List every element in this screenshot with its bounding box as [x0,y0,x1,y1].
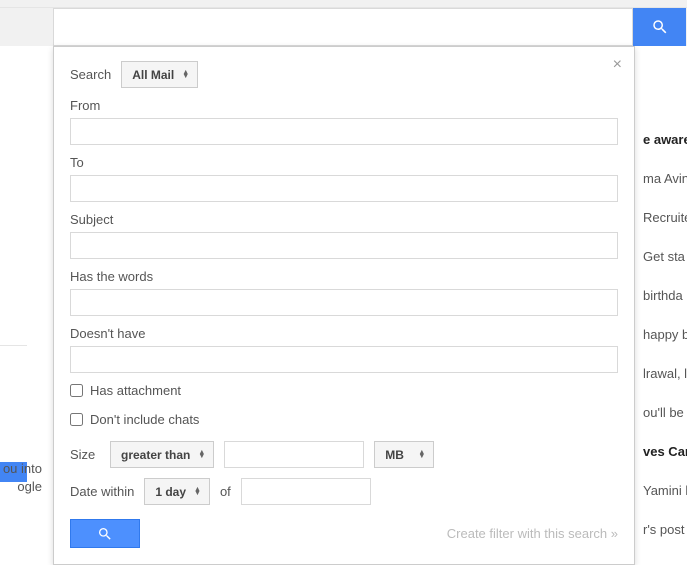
search-bar [0,8,687,46]
subject-label: Subject [70,212,618,227]
to-label: To [70,155,618,170]
top-strip [0,0,687,8]
dont-include-chats-label: Don't include chats [90,412,199,427]
mail-row-fragment: Recruite [643,198,687,237]
mail-row-fragment: ma Avin [643,159,687,198]
search-button[interactable] [633,8,686,46]
mail-row-fragment: lrawal, l [643,354,687,393]
mail-row-fragment: Yamini l [643,471,687,510]
mail-row-fragment: ves Car [643,432,687,471]
sort-arrows-icon: ▲▼ [194,488,201,496]
subject-input[interactable] [70,232,618,259]
search-icon [651,18,669,36]
create-filter-link[interactable]: Create filter with this search » [447,526,618,541]
date-label: Date within [70,484,134,499]
date-range-value: 1 day [155,485,186,499]
size-op-value: greater than [121,448,190,462]
size-value-input[interactable] [224,441,364,468]
scope-value: All Mail [132,68,174,82]
to-input[interactable] [70,175,618,202]
haswords-input[interactable] [70,289,618,316]
scope-dropdown[interactable]: All Mail ▲▼ [121,61,198,88]
mail-row-fragment: ou'll be a [643,393,687,432]
size-unit-value: MB [385,448,404,462]
sort-arrows-icon: ▲▼ [182,71,189,79]
doesnthave-label: Doesn't have [70,326,618,341]
date-range-dropdown[interactable]: 1 day ▲▼ [144,478,210,505]
sort-arrows-icon: ▲▼ [418,451,425,459]
has-attachment-checkbox[interactable] [70,384,83,397]
left-divider [0,345,27,346]
of-label: of [220,484,231,499]
close-icon[interactable]: × [613,57,622,73]
size-unit-dropdown[interactable]: MB ▲▼ [374,441,434,468]
mail-row-fragment: r's post [643,510,687,549]
background-mail-list: e awarema AvinRecruiteGet stabirthdahapp… [643,120,687,549]
search-label: Search [70,67,111,82]
submit-search-button[interactable] [70,519,140,548]
dont-include-chats-checkbox[interactable] [70,413,83,426]
mail-row-fragment: Get sta [643,237,687,276]
mail-row-fragment: birthda [643,276,687,315]
from-input[interactable] [70,118,618,145]
sort-arrows-icon: ▲▼ [198,451,205,459]
doesnthave-input[interactable] [70,346,618,373]
search-icon [97,526,113,542]
from-label: From [70,98,618,113]
mail-row-fragment: happy b [643,315,687,354]
advanced-search-panel: × Search All Mail ▲▼ From To Subject Has… [53,46,635,565]
size-label: Size [70,447,100,462]
haswords-label: Has the words [70,269,618,284]
has-attachment-label: Has attachment [90,383,181,398]
left-text-fragment: ou into ogle [0,460,42,496]
date-input[interactable] [241,478,371,505]
size-operator-dropdown[interactable]: greater than ▲▼ [110,441,214,468]
mail-row-fragment: e aware [643,120,687,159]
search-input[interactable] [53,8,633,46]
